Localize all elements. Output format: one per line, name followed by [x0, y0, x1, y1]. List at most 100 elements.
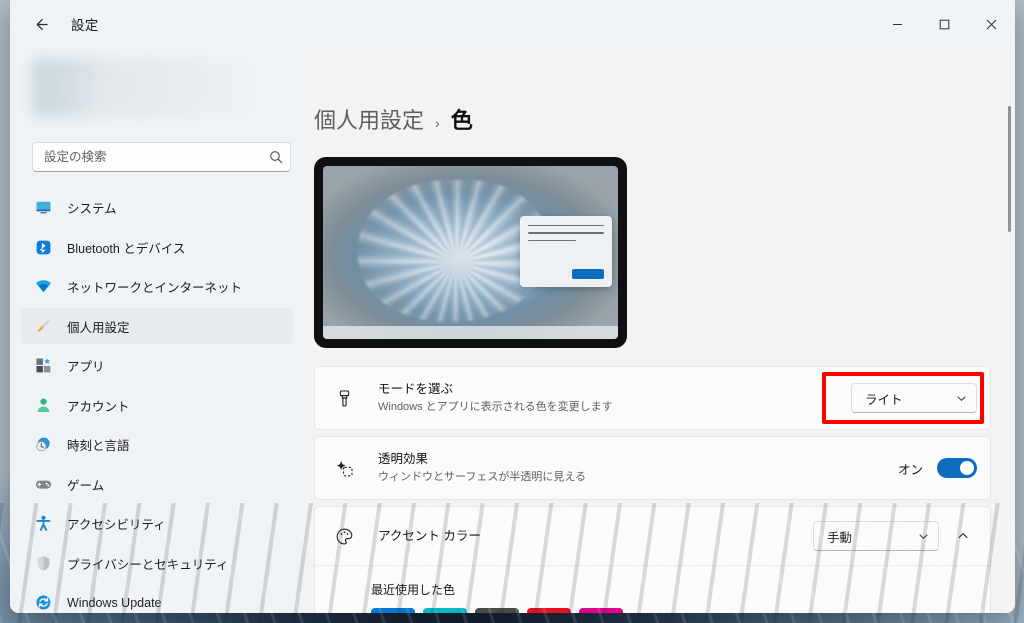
content-scrollbar[interactable] — [1008, 106, 1011, 584]
sidebar-item-bluetooth[interactable]: Bluetooth とデバイス — [21, 229, 293, 265]
preview-text-line — [528, 232, 604, 234]
sidebar-item-accessibility[interactable]: アクセシビリティ — [21, 506, 293, 542]
sidebar-item-privacy[interactable]: プライバシーとセキュリティ — [21, 545, 293, 581]
sidebar-item-label: アプリ — [67, 360, 105, 375]
search-box — [32, 142, 291, 172]
user-profile-redacted[interactable] — [32, 58, 255, 119]
sidebar: システム Bluetooth とデバイス — [10, 48, 304, 613]
scrollbar-thumb[interactable] — [1008, 106, 1011, 232]
app-title: 設定 — [71, 18, 99, 33]
sidebar-item-apps[interactable]: アプリ — [21, 348, 293, 384]
arrow-left-icon — [36, 18, 48, 30]
bluetooth-icon — [33, 237, 53, 257]
desktop-preview — [314, 157, 627, 348]
setting-title: モードを選ぶ — [378, 382, 454, 397]
apps-grid-icon — [33, 356, 53, 376]
back-button[interactable] — [24, 7, 58, 41]
breadcrumb-parent[interactable]: 個人用設定 — [314, 103, 424, 135]
monitor-icon — [33, 198, 53, 218]
sidebar-item-label: ゲーム — [67, 478, 105, 493]
chevron-down-icon — [918, 531, 929, 542]
window-body: システム Bluetooth とデバイス — [10, 48, 1015, 613]
maximize-button[interactable] — [921, 0, 968, 48]
sidebar-item-label: アカウント — [67, 399, 130, 414]
preview-text-line — [528, 225, 604, 227]
accent-section-collapse-button[interactable] — [949, 522, 977, 550]
chevron-up-icon — [958, 533, 968, 539]
chevron-down-icon — [956, 393, 967, 404]
paintbrush-outline-icon — [332, 389, 356, 408]
accent-mode-dropdown[interactable]: 手動 — [813, 521, 939, 551]
preview-accent-button — [572, 269, 604, 279]
color-swatch-blue[interactable] — [371, 608, 415, 613]
clock-globe-icon — [33, 435, 53, 455]
setting-texts: 透明効果 ウィンドウとサーフェスが半透明に見える — [378, 450, 898, 486]
preview-text-line — [528, 239, 576, 242]
breadcrumb-separator: › — [435, 115, 440, 131]
gamepad-icon — [33, 474, 53, 494]
toggle-state-label: オン — [897, 462, 923, 477]
sidebar-item-label: アクセシビリティ — [67, 518, 166, 533]
breadcrumb: 個人用設定 › 色 — [314, 103, 991, 135]
sidebar-item-label: Windows Update — [67, 595, 162, 610]
color-swatch-dark-gray[interactable] — [475, 608, 519, 613]
sidebar-item-label: Bluetooth とデバイス — [67, 241, 186, 256]
mode-dropdown-value: ライト — [865, 392, 903, 407]
title-bar: 設定 — [10, 0, 1015, 48]
maximize-icon — [939, 19, 950, 29]
transparency-toggle-group: オン — [898, 458, 977, 478]
close-icon — [986, 19, 997, 29]
recent-colors-section: 最近使用した色 — [315, 565, 990, 613]
sidebar-item-accounts[interactable]: アカウント — [21, 387, 293, 423]
page-title: 色 — [450, 108, 473, 133]
sidebar-item-label: ネットワークとインターネット — [67, 281, 243, 296]
accent-mode-value: 手動 — [827, 530, 853, 545]
person-icon — [33, 395, 53, 415]
recent-color-swatches — [371, 608, 973, 613]
setting-card-transparency: 透明効果 ウィンドウとサーフェスが半透明に見える オン — [314, 436, 991, 500]
sidebar-nav: システム Bluetooth とデバイス ネットワークとインターネット 個人用設… — [21, 190, 293, 613]
setting-subtitle: Windows とアプリに表示される色を変更します — [378, 401, 613, 414]
sidebar-item-system[interactable]: システム — [21, 190, 293, 226]
setting-card-mode: モードを選ぶ Windows とアプリに表示される色を変更します ライト — [314, 366, 991, 430]
setting-card-accent-color: アクセント カラー 手動 最近使用した色 — [314, 506, 991, 613]
mode-dropdown[interactable]: ライト — [851, 383, 977, 413]
close-button[interactable] — [968, 0, 1015, 48]
paintbrush-icon — [33, 316, 53, 336]
settings-window: 設定 設定の検索 システム Bluetooth とデバイス ネットワークとインタ… — [10, 0, 1015, 613]
sidebar-item-label: 時刻と言語 — [67, 439, 130, 454]
setting-subtitle: ウィンドウとサーフェスが半透明に見える — [378, 471, 587, 484]
sparkle-icon — [332, 459, 356, 478]
settings-cards: モードを選ぶ Windows とアプリに表示される色を変更します ライト 透明効… — [314, 366, 991, 613]
sidebar-item-network[interactable]: ネットワークとインターネット — [21, 269, 293, 305]
minimize-button[interactable] — [874, 0, 921, 48]
sidebar-item-windows-update[interactable]: Windows Update — [21, 585, 293, 613]
content-pane: 個人用設定 › 色 モードを選ぶ Windows とアプリに表示される色を変更し… — [304, 48, 1015, 613]
sidebar-item-label: システム — [67, 202, 117, 217]
setting-title: 透明効果 — [378, 452, 429, 467]
minimize-icon — [893, 23, 902, 25]
color-swatch-teal[interactable] — [423, 608, 467, 613]
window-controls — [874, 0, 1015, 48]
search-input[interactable] — [32, 142, 291, 172]
transparency-toggle[interactable] — [937, 458, 977, 478]
palette-icon — [332, 527, 356, 546]
sidebar-item-label: プライバシーとセキュリティ — [67, 557, 229, 572]
color-swatch-magenta[interactable] — [579, 608, 623, 613]
sidebar-item-personalization[interactable]: 個人用設定 — [21, 308, 293, 345]
toggle-knob — [960, 461, 974, 475]
setting-texts: モードを選ぶ Windows とアプリに表示される色を変更します — [378, 380, 851, 416]
wifi-icon — [33, 277, 53, 297]
accessibility-icon — [33, 514, 53, 534]
color-swatch-red[interactable] — [527, 608, 571, 613]
update-icon — [33, 593, 53, 613]
sidebar-item-gaming[interactable]: ゲーム — [21, 466, 293, 502]
setting-title: アクセント カラー — [378, 528, 481, 543]
shield-icon — [33, 553, 53, 573]
search-icon — [270, 151, 283, 164]
sidebar-item-label: 個人用設定 — [67, 320, 130, 335]
search-button[interactable] — [265, 146, 287, 168]
setting-texts: アクセント カラー — [378, 527, 813, 545]
sidebar-item-time-language[interactable]: 時刻と言語 — [21, 427, 293, 463]
desktop-background: 設定 設定の検索 システム Bluetooth とデバイス ネットワークとインタ… — [0, 0, 1024, 623]
